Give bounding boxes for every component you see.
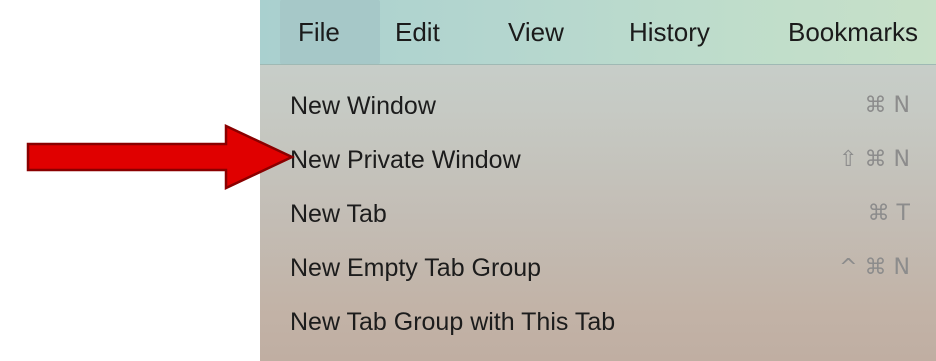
menu-view[interactable]: View	[508, 0, 564, 64]
menu-item-shortcut: ^ ⌘ N	[839, 255, 910, 280]
menu-file[interactable]: File	[280, 0, 380, 64]
menu-edit[interactable]: Edit	[395, 0, 440, 64]
menu-bookmarks[interactable]: Bookmarks	[788, 0, 918, 64]
menu-item-label: New Window	[290, 92, 436, 120]
menu-item-new-private-window[interactable]: New Private Window ⇧ ⌘ N	[260, 133, 936, 187]
menu-item-label: New Tab Group with This Tab	[290, 308, 616, 336]
red-arrow-icon	[26, 124, 295, 190]
menu-item-new-tab-group-with-this-tab[interactable]: New Tab Group with This Tab	[260, 295, 936, 349]
annotated-screenshot: File Edit View History Bookmarks New Win…	[0, 0, 936, 361]
menu-item-new-tab[interactable]: New Tab ⌘ T	[260, 187, 936, 241]
browser-screenshot: File Edit View History Bookmarks New Win…	[260, 0, 936, 361]
menu-item-label: New Private Window	[290, 146, 521, 174]
menu-item-new-window[interactable]: New Window ⌘ N	[260, 79, 936, 133]
menu-item-shortcut: ⇧ ⌘ N	[839, 147, 910, 172]
menu-item-shortcut: ⌘ N	[864, 93, 910, 118]
menu-item-label: New Tab	[290, 200, 387, 228]
menu-item-label: New Empty Tab Group	[290, 254, 542, 282]
menu-item-new-empty-tab-group[interactable]: New Empty Tab Group ^ ⌘ N	[260, 241, 936, 295]
file-menu-dropdown: New Window ⌘ N New Private Window ⇧ ⌘ N …	[260, 65, 936, 361]
menu-item-shortcut: ⌘ T	[867, 201, 910, 226]
menu-history[interactable]: History	[629, 0, 710, 64]
menu-bar: File Edit View History Bookmarks	[260, 0, 936, 65]
